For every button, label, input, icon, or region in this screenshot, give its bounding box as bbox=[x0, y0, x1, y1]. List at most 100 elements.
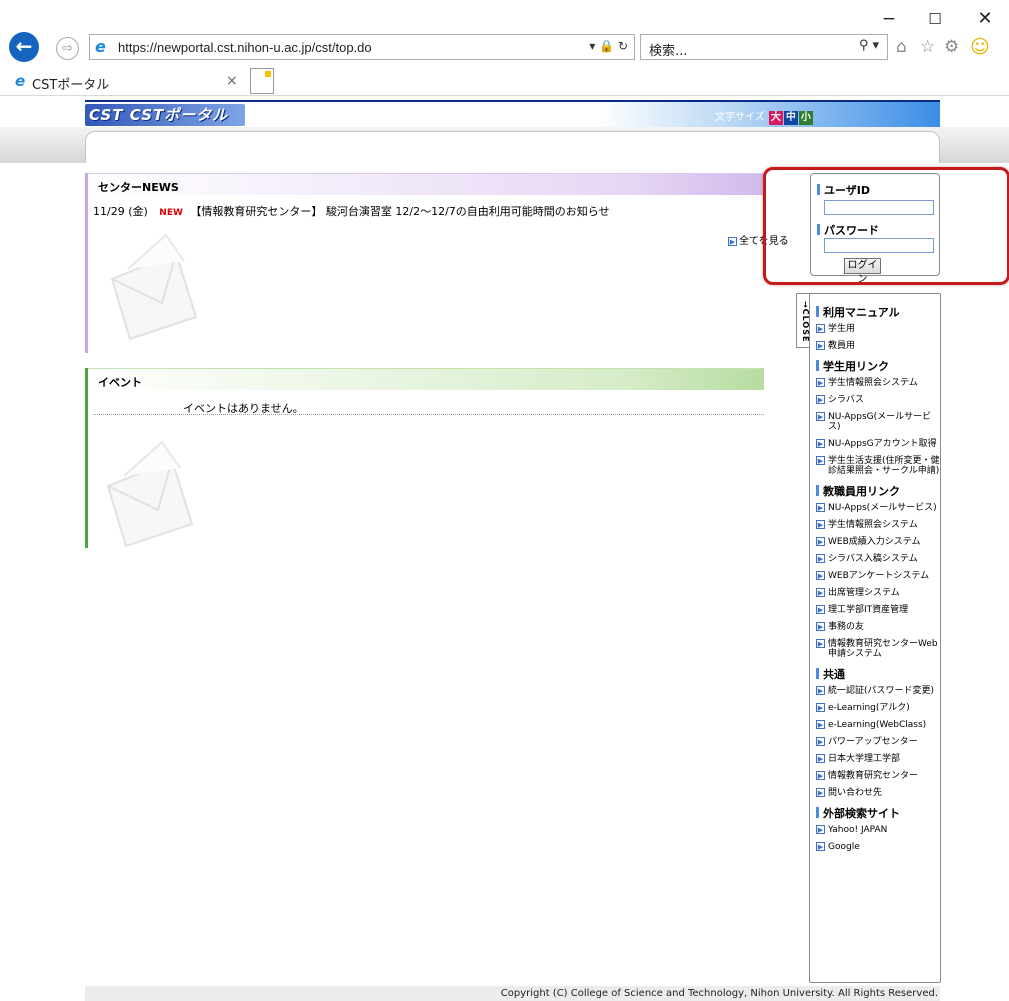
sidebar-link-label[interactable]: シラバス bbox=[828, 395, 864, 405]
portal-logo[interactable]: CST CSTポータル bbox=[85, 104, 245, 126]
sidebar-close-tab[interactable]: →CLOSE bbox=[796, 293, 810, 348]
home-icon[interactable]: ⌂ bbox=[896, 37, 907, 57]
close-window-button[interactable]: ✕ bbox=[965, 6, 1005, 32]
sidebar-link[interactable]: ▶ 学生情報照会システム bbox=[816, 520, 940, 530]
sidebar-link[interactable]: ▶ Google bbox=[816, 842, 940, 852]
search-icon[interactable]: ⚲ ▾ bbox=[859, 38, 879, 53]
sidebar-link[interactable]: ▶ 出席管理システム bbox=[816, 588, 940, 598]
news-item[interactable]: 11/29 (金) NEW 【情報教育研究センター】 駿河台演習室 12/2〜1… bbox=[93, 203, 610, 219]
sidebar-link[interactable]: ▶ 情報教育研究センター bbox=[816, 771, 940, 781]
sidebar-section-title: 利用マニュアル bbox=[816, 304, 940, 320]
arrow-icon: ▶ bbox=[816, 605, 825, 614]
window-controls: − ☐ ✕ bbox=[869, 6, 1009, 32]
font-size-large-button[interactable]: 大 bbox=[768, 111, 783, 125]
user-id-field[interactable] bbox=[824, 200, 934, 215]
bullet-bar bbox=[816, 807, 819, 818]
tab-cst-portal[interactable]: e CSTポータル × bbox=[2, 68, 242, 96]
sidebar-link-label[interactable]: 学生情報照会システム bbox=[828, 378, 918, 388]
new-badge: NEW bbox=[159, 208, 183, 218]
sidebar-link[interactable]: ▶ e-Learning(WebClass) bbox=[816, 720, 940, 730]
sidebar-link-label[interactable]: 教員用 bbox=[828, 341, 855, 351]
sidebar-link-label[interactable]: シラバス入稿システム bbox=[828, 554, 918, 564]
sidebar-link[interactable]: ▶ 日本大学理工学部 bbox=[816, 754, 940, 764]
sidebar-link[interactable]: ▶ 統一認証(パスワード変更) bbox=[816, 686, 940, 696]
font-size-small-button[interactable]: 小 bbox=[798, 111, 813, 125]
sidebar-link-label[interactable]: Yahoo! JAPAN bbox=[828, 825, 887, 835]
sidebar-link-label[interactable]: 情報教育研究センター bbox=[828, 771, 918, 781]
sidebar-link-label[interactable]: NU-AppsGアカウント取得 bbox=[828, 439, 937, 449]
bullet-bar bbox=[816, 360, 819, 371]
sidebar-link[interactable]: ▶ 事務の友 bbox=[816, 622, 940, 632]
sidebar-link[interactable]: ▶ e-Learning(アルク) bbox=[816, 703, 940, 713]
arrow-icon: ▶ bbox=[816, 520, 825, 529]
sidebar-link-label[interactable]: 理工学部IT資産管理 bbox=[828, 605, 908, 615]
sidebar-link-label[interactable]: WEB成績入力システム bbox=[828, 537, 921, 547]
sidebar-link-label[interactable]: WEBアンケートシステム bbox=[828, 571, 929, 581]
arrow-icon: ▶ bbox=[816, 639, 825, 648]
sidebar-section-title: 外部検索サイト bbox=[816, 805, 940, 821]
sidebar-link-label[interactable]: パワーアップセンター bbox=[828, 737, 918, 747]
user-id-label: ユーザID bbox=[817, 182, 870, 198]
sidebar-link[interactable]: ▶ 問い合わせ先 bbox=[816, 788, 940, 798]
sidebar-link-label[interactable]: 学生生活支援(住所変更・健診結果照会・サークル申請) bbox=[828, 456, 940, 476]
sidebar-link[interactable]: ▶ NU-AppsG(メールサービス) bbox=[816, 412, 940, 432]
arrow-icon: ▶ bbox=[816, 588, 825, 597]
maximize-button[interactable]: ☐ bbox=[915, 6, 955, 32]
sidebar-link[interactable]: ▶ 学生用 bbox=[816, 324, 940, 334]
sidebar-link[interactable]: ▶ WEB成績入力システム bbox=[816, 537, 940, 547]
sidebar-link[interactable]: ▶ NU-AppsGアカウント取得 bbox=[816, 439, 940, 449]
arrow-icon: ▶ bbox=[816, 378, 825, 387]
sidebar-link-label[interactable]: NU-Apps(メールサービス) bbox=[828, 503, 937, 513]
sidebar-link-label[interactable]: 日本大学理工学部 bbox=[828, 754, 900, 764]
minimize-button[interactable]: − bbox=[869, 6, 909, 32]
address-tools[interactable]: ▾ 🔒 ↻ bbox=[589, 39, 628, 53]
url-text[interactable]: https://newportal.cst.nihon-u.ac.jp/cst/… bbox=[118, 40, 372, 55]
sidebar-link-label[interactable]: Google bbox=[828, 842, 860, 852]
address-bar[interactable]: e https://newportal.cst.nihon-u.ac.jp/cs… bbox=[89, 34, 635, 60]
arrow-icon: ▶ bbox=[816, 537, 825, 546]
favorites-star-icon[interactable]: ☆ bbox=[920, 37, 935, 57]
password-field[interactable] bbox=[824, 238, 934, 253]
sidebar-link-label[interactable]: 出席管理システム bbox=[828, 588, 900, 598]
sidebar-sections: 利用マニュアル ▶ 学生用 ▶ 教員用 学生用リンク ▶ 学生情報照会システム ▶ シラバス ▶ NU… bbox=[816, 304, 940, 852]
news-link[interactable]: 【情報教育研究センター】 駿河台演習室 12/2〜12/7の自由利用可能時間のお… bbox=[190, 205, 609, 218]
back-arrow-icon[interactable]: ← bbox=[9, 32, 39, 62]
login-button[interactable]: ログイン bbox=[844, 258, 881, 285]
sidebar-link[interactable]: ▶ 情報教育研究センターWeb申請システム bbox=[816, 639, 940, 659]
sidebar-link-label[interactable]: 情報教育研究センターWeb申請システム bbox=[828, 639, 938, 659]
font-size-medium-button[interactable]: 中 bbox=[783, 111, 798, 125]
sidebar-link[interactable]: ▶ シラバス入稿システム bbox=[816, 554, 940, 564]
sidebar-link[interactable]: ▶ 学生生活支援(住所変更・健診結果照会・サークル申請) bbox=[816, 456, 940, 476]
bullet-bar bbox=[816, 485, 819, 496]
sidebar-link-label[interactable]: 事務の友 bbox=[828, 622, 864, 632]
sidebar-link-label[interactable]: 学生情報照会システム bbox=[828, 520, 918, 530]
feedback-smiley-icon[interactable]: ☺ bbox=[970, 36, 990, 58]
search-input[interactable]: 検索... ⚲ ▾ bbox=[640, 34, 888, 60]
sidebar-link-label[interactable]: 統一認証(パスワード変更) bbox=[828, 686, 934, 696]
sidebar-link[interactable]: ▶ パワーアップセンター bbox=[816, 737, 940, 747]
envelope-icon bbox=[106, 440, 194, 548]
arrow-icon: ▶ bbox=[816, 395, 825, 404]
sidebar-link-label[interactable]: 学生用 bbox=[828, 324, 855, 334]
arrow-icon: ▶ bbox=[816, 412, 825, 421]
sidebar-link-label[interactable]: e-Learning(WebClass) bbox=[828, 720, 926, 730]
sidebar-link[interactable]: ▶ NU-Apps(メールサービス) bbox=[816, 503, 940, 513]
sidebar-link[interactable]: ▶ 教員用 bbox=[816, 341, 940, 351]
sidebar-link[interactable]: ▶ 学生情報照会システム bbox=[816, 378, 940, 388]
divider bbox=[93, 414, 764, 415]
search-placeholder: 検索... bbox=[649, 44, 688, 59]
arrow-icon: ▶ bbox=[816, 324, 825, 333]
sidebar-link-label[interactable]: NU-AppsG(メールサービス) bbox=[828, 412, 931, 432]
forward-arrow-icon[interactable]: ⇨ bbox=[56, 37, 79, 60]
sidebar-link[interactable]: ▶ Yahoo! JAPAN bbox=[816, 825, 940, 835]
sidebar-link-label[interactable]: 問い合わせ先 bbox=[828, 788, 882, 798]
sidebar-link[interactable]: ▶ 理工学部IT資産管理 bbox=[816, 605, 940, 615]
new-tab-button[interactable] bbox=[250, 68, 274, 94]
sidebar-link[interactable]: ▶ シラバス bbox=[816, 395, 940, 405]
tab-close-icon[interactable]: × bbox=[226, 73, 238, 89]
sidebar-link-menu: 利用マニュアル ▶ 学生用 ▶ 教員用 学生用リンク ▶ 学生情報照会システム ▶ シラバス ▶ NU… bbox=[809, 293, 941, 983]
gear-icon[interactable]: ⚙ bbox=[944, 37, 959, 57]
sidebar-link-label[interactable]: e-Learning(アルク) bbox=[828, 703, 910, 713]
arrow-icon: ▶ bbox=[816, 771, 825, 780]
sidebar-link[interactable]: ▶ WEBアンケートシステム bbox=[816, 571, 940, 581]
